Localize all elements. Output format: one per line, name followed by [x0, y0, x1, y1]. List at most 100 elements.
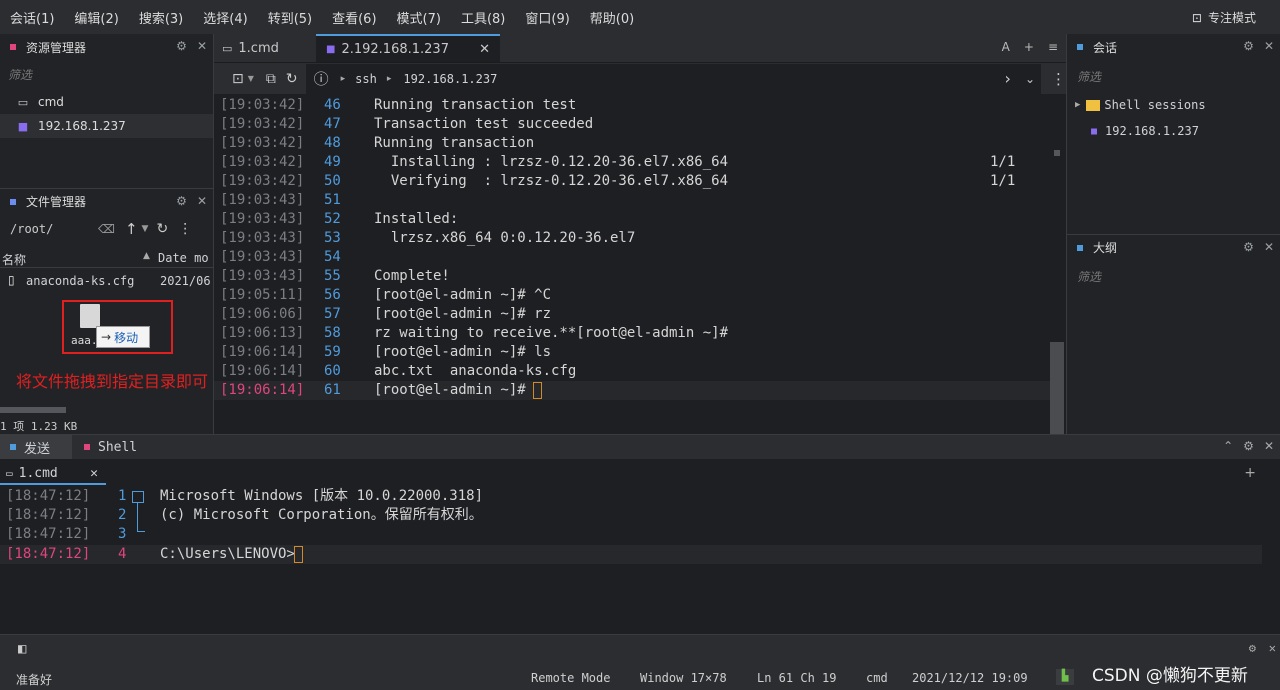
col-date-header[interactable]: Date mo — [158, 251, 209, 265]
file-manager-header: 文件管理器 ⚙ ✕ — [0, 188, 213, 214]
up-arrow-icon[interactable]: ↑ — [125, 220, 138, 238]
font-size-button[interactable]: A — [1002, 40, 1010, 54]
ssh-square-icon: ■ — [326, 43, 336, 55]
terminal-line: [19:03:42] 49 Installing : lrzsz-0.12.20-… — [214, 153, 1059, 172]
panel-toggle-icon[interactable]: ◧ — [18, 641, 26, 657]
focus-mode-button[interactable]: ⊡ 专注模式 — [1192, 9, 1256, 26]
subtab-cmd[interactable]: ▭ 1.cmd ✕ — [0, 463, 106, 485]
close-icon[interactable]: ✕ — [197, 194, 207, 208]
line-progress: 1/1 — [990, 154, 1016, 170]
gear-icon[interactable]: ⚙ — [1243, 439, 1254, 453]
terminal-line: [19:03:43] 52 Installed: — [214, 210, 1059, 229]
gear-icon[interactable]: ⚙ — [176, 39, 187, 53]
right-sidebar: 会话 ⚙ ✕ 筛选 ▶ Shell sessions ■ 192.168.1.2… — [1066, 34, 1280, 434]
file-row[interactable]: ▯ anaconda-ks.cfg 2021/06 — [0, 270, 213, 292]
sessions-filter-input[interactable]: 筛选 — [1077, 68, 1101, 85]
resource-item-cmd[interactable]: ▭ cmd — [0, 90, 213, 114]
resource-filter-input[interactable]: 筛选 — [8, 66, 32, 83]
timestamp: [19:03:42] — [220, 97, 305, 113]
app-logo-icon: ▙ — [1056, 669, 1074, 685]
new-session-icon[interactable]: ⊡ — [232, 71, 244, 87]
chevron-down-icon[interactable]: ▼ — [142, 224, 149, 234]
menu-session[interactable]: 会话(1) — [0, 8, 64, 27]
resource-item-label: 192.168.1.237 — [38, 119, 126, 133]
session-item[interactable]: ■ 192.168.1.237 — [1067, 120, 1280, 142]
resource-item-ssh[interactable]: ■ 192.168.1.237 — [0, 114, 213, 138]
collapse-icon[interactable]: ⌃ — [1223, 439, 1233, 453]
tab-send[interactable]: 发送 — [0, 435, 72, 459]
tab-ssh[interactable]: ■ 2.192.168.1.237 ✕ — [316, 34, 500, 62]
close-tab-icon[interactable]: ✕ — [90, 466, 98, 481]
reconnect-icon[interactable]: ↻ — [286, 71, 298, 87]
panel-marker-icon — [10, 44, 16, 50]
line-number: 58 — [324, 325, 341, 341]
duplicate-icon[interactable]: ⧉ — [266, 71, 276, 87]
line-text: Microsoft Windows [版本 10.0.22000.318] — [160, 488, 484, 504]
menu-select[interactable]: 选择(4) — [193, 8, 257, 27]
path-input[interactable]: /root/ — [10, 222, 90, 236]
chevron-right-icon[interactable]: › — [1005, 69, 1011, 88]
menu-help[interactable]: 帮助(0) — [580, 8, 644, 27]
chevron-right-icon: ▸ — [340, 73, 346, 84]
line-number: 52 — [324, 211, 341, 227]
cmd-output[interactable]: [18:47:12] 1 Microsoft Windows [版本 10.0.22… — [0, 487, 1280, 577]
close-tab-icon[interactable]: ✕ — [479, 42, 490, 57]
col-name-header[interactable]: 名称 — [2, 251, 26, 268]
tab-cmd[interactable]: ▭ 1.cmd — [214, 34, 314, 62]
gear-icon[interactable]: ⚙ — [1243, 240, 1254, 254]
address-bar[interactable]: ⓘ ▸ ssh ▸ 192.168.1.237 › ⌄ — [305, 63, 1041, 94]
line-text: lrzsz.x86_64 0:0.12.20-36.el7 — [374, 230, 636, 246]
menu-view[interactable]: 查看(6) — [322, 8, 386, 27]
gear-icon[interactable]: ⚙ — [176, 194, 187, 208]
menu-search[interactable]: 搜索(3) — [129, 8, 193, 27]
chevron-right-icon[interactable]: ▶ — [1075, 100, 1080, 110]
drag-file-name: aaa. — [71, 334, 98, 347]
add-tab-icon[interactable]: + — [1244, 465, 1256, 481]
menu-edit[interactable]: 编辑(2) — [64, 8, 128, 27]
tab-shell[interactable]: Shell — [76, 435, 137, 459]
mode-status: Remote Mode — [531, 671, 611, 685]
menu-window[interactable]: 窗口(9) — [515, 8, 579, 27]
terminal-output[interactable]: [19:03:42] 46 Running transaction test [19:… — [214, 94, 1066, 434]
close-icon[interactable]: ✕ — [1264, 39, 1274, 53]
menu-tools[interactable]: 工具(8) — [451, 8, 515, 27]
fold-icon[interactable] — [132, 491, 144, 503]
chevron-down-icon[interactable]: ⌄ — [1025, 72, 1035, 86]
terminal-line: [19:03:42] 47 Transaction test succeeded — [214, 115, 1059, 134]
chevron-down-icon[interactable]: ▼ — [248, 74, 254, 83]
close-icon[interactable]: ✕ — [197, 39, 207, 53]
outline-title: 大纲 — [1093, 241, 1118, 255]
timestamp: [19:03:42] — [220, 173, 305, 189]
timestamp: [18:47:12] — [6, 488, 91, 504]
close-icon[interactable]: ✕ — [1264, 439, 1274, 453]
resource-item-label: cmd — [38, 95, 64, 109]
vertical-scrollbar[interactable] — [1050, 342, 1064, 434]
sessions-title: 会话 — [1093, 40, 1118, 55]
outline-filter-input[interactable]: 筛选 — [1077, 268, 1101, 285]
terminal-line: [19:03:42] 50 Verifying : lrzsz-0.12.20-3… — [214, 172, 1059, 191]
terminal-line: [19:06:06] 57 [root@el-admin ~]# rz — [214, 305, 1059, 324]
horizontal-scrollbar[interactable] — [0, 407, 66, 413]
refresh-icon[interactable]: ↻ — [156, 221, 168, 237]
line-number: 47 — [324, 116, 341, 132]
new-tab-button[interactable]: + — [1024, 40, 1034, 54]
protocol-label: ssh — [355, 71, 377, 86]
line-number: 59 — [324, 344, 341, 360]
close-icon[interactable]: ✕ — [1264, 240, 1274, 254]
menu-goto[interactable]: 转到(5) — [258, 8, 322, 27]
gear-icon[interactable]: ⚙ — [1249, 641, 1256, 655]
clear-icon[interactable]: ⌫ — [98, 222, 115, 236]
info-icon[interactable]: ⓘ — [314, 68, 329, 89]
tab-menu-button[interactable]: ≡ — [1048, 40, 1058, 54]
sessions-folder[interactable]: ▶ Shell sessions — [1067, 94, 1280, 116]
session-item-label: 192.168.1.237 — [1105, 124, 1199, 138]
terminal-line: [19:06:14] 59 [root@el-admin ~]# ls — [214, 343, 1059, 362]
close-icon[interactable]: ✕ — [1269, 641, 1276, 655]
more-icon[interactable]: ⋮ — [1051, 70, 1066, 88]
menu-mode[interactable]: 模式(7) — [387, 8, 451, 27]
more-icon[interactable]: ⋮ — [178, 221, 192, 237]
timestamp: [19:06:14] — [220, 382, 305, 398]
folder-icon — [1086, 99, 1101, 111]
gear-icon[interactable]: ⚙ — [1243, 39, 1254, 53]
cursor-position-status: Ln 61 Ch 19 — [757, 671, 837, 685]
